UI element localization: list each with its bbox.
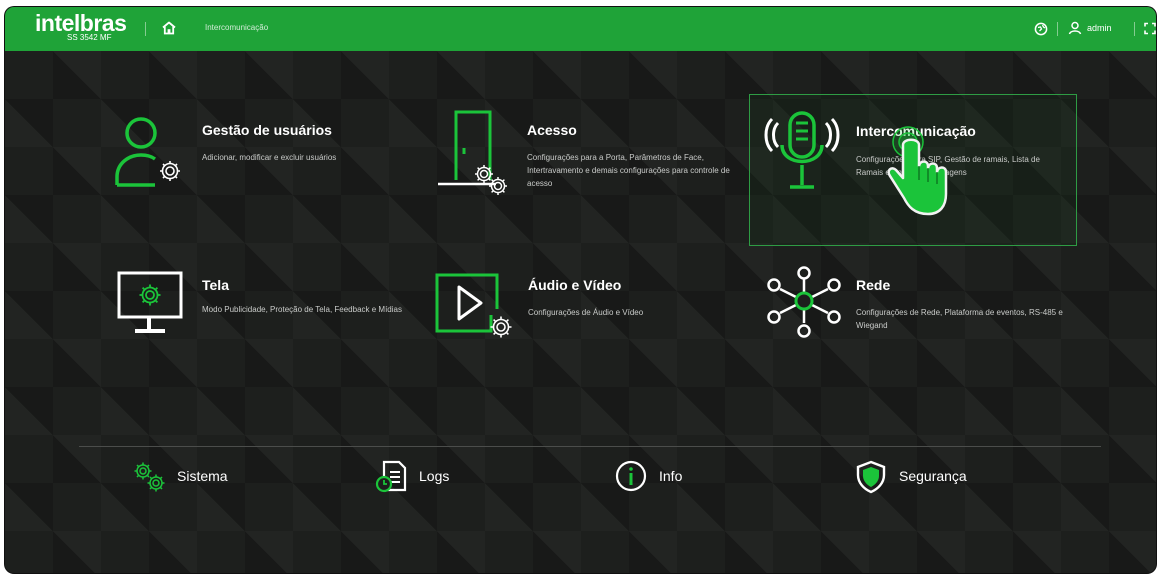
divider (145, 22, 146, 36)
username[interactable]: admin (1087, 23, 1112, 33)
shield-icon (856, 460, 886, 494)
section-divider (79, 446, 1101, 447)
user-icon[interactable] (1068, 21, 1082, 35)
hand-pointer-icon (887, 126, 948, 216)
gears-icon (134, 462, 165, 492)
top-bar: intelbras SS 3542 MF Intercomunicação ad… (5, 7, 1156, 51)
module-screen[interactable]: Tela Modo Publicidade, Proteção de Tela,… (117, 271, 417, 351)
module-description: Modo Publicidade, Proteção de Tela, Feed… (202, 305, 402, 314)
info-icon (615, 460, 647, 492)
bottom-item-label: Sistema (177, 468, 228, 484)
home-icon[interactable] (161, 20, 177, 36)
bottom-item-info[interactable]: Info (615, 460, 735, 494)
play-gear-icon (435, 273, 512, 338)
module-title: Gestão de usuários (202, 122, 332, 138)
bottom-item-system[interactable]: Sistema (133, 460, 273, 494)
module-description: Configurações de Áudio e Vídeo (528, 308, 644, 317)
monitor-gear-icon (117, 271, 183, 333)
fullscreen-icon[interactable] (1144, 22, 1156, 35)
divider (1057, 22, 1058, 36)
bottom-item-label: Logs (419, 468, 450, 484)
module-title: Rede (856, 277, 891, 293)
bottom-item-label: Segurança (899, 468, 967, 484)
bottom-item-security[interactable]: Segurança (855, 460, 1015, 494)
network-icon (767, 266, 841, 338)
microphone-icon (764, 111, 840, 189)
module-title: Tela (202, 277, 229, 293)
user-gear-icon (115, 117, 180, 187)
bottom-item-logs[interactable]: Logs (375, 460, 495, 494)
globe-icon[interactable] (1034, 22, 1048, 36)
brand-logo[interactable]: intelbras (35, 11, 127, 35)
module-network[interactable]: Rede Configurações de Rede, Plataforma d… (764, 263, 1084, 349)
module-description: Configurações para a Porta, Parâmetros d… (527, 153, 730, 188)
log-file-icon (375, 460, 407, 493)
door-gear-icon (438, 110, 507, 195)
module-user-management[interactable]: Gestão de usuários Adicionar, modificar … (109, 109, 409, 199)
app-window: intelbras SS 3542 MF Intercomunicação ad… (5, 7, 1156, 573)
bottom-item-label: Info (659, 468, 683, 484)
divider (1134, 22, 1135, 36)
device-model: SS 3542 MF (67, 33, 112, 42)
breadcrumb: Intercomunicação (205, 23, 269, 32)
module-description: Configurações de Rede, Plataforma de eve… (856, 308, 1063, 330)
module-title: Áudio e Vídeo (528, 277, 622, 293)
module-description: Adicionar, modificar e excluir usuários (202, 153, 337, 162)
module-title: Acesso (527, 122, 577, 138)
module-audio-video[interactable]: Áudio e Vídeo Configurações de Áudio e V… (435, 269, 735, 349)
module-access[interactable]: Acesso Configurações para a Porta, Parâm… (434, 106, 734, 206)
